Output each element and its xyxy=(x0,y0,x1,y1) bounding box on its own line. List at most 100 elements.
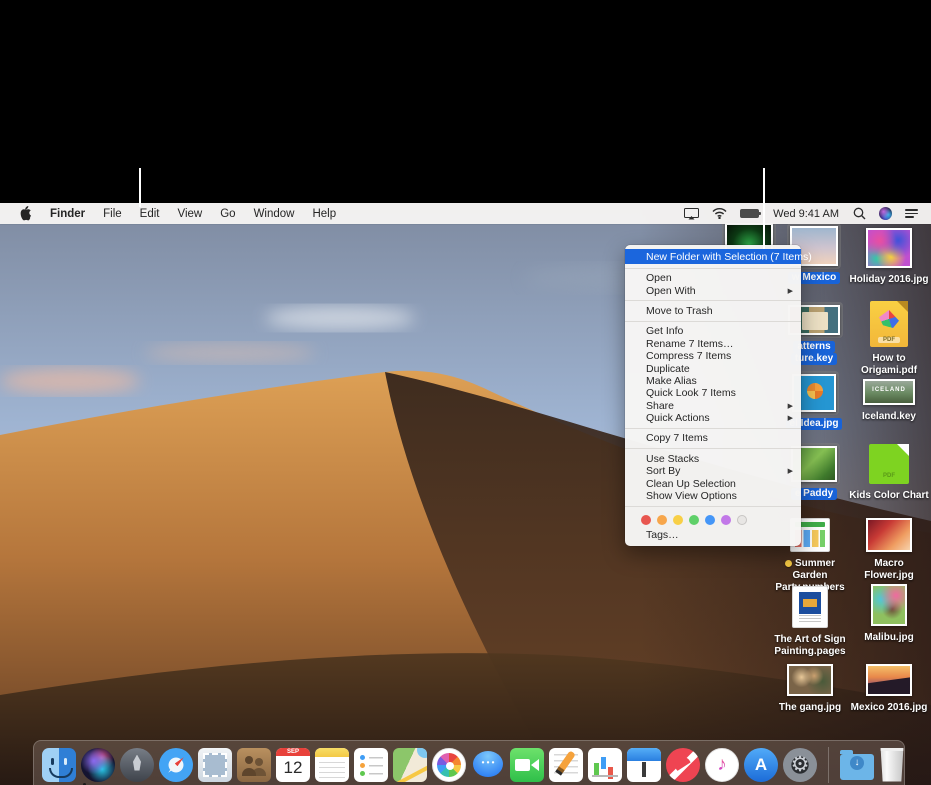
pdf-file-icon: PDF xyxy=(869,444,909,484)
menu-item-move-to-trash[interactable]: Move to Trash xyxy=(625,305,801,317)
menu-item-quick-look-7-items[interactable]: Quick Look 7 Items xyxy=(625,387,801,399)
menu-item-copy-7-items[interactable]: Copy 7 Items xyxy=(625,432,801,444)
menu-item-open[interactable]: Open xyxy=(625,272,801,284)
battery-icon[interactable] xyxy=(737,203,762,224)
dock-finder-icon[interactable] xyxy=(42,748,76,782)
siri-icon[interactable] xyxy=(876,203,895,224)
tag-orange[interactable] xyxy=(657,515,667,525)
dock-safari-icon[interactable] xyxy=(159,748,193,782)
menu-item-label: Quick Look 7 Items xyxy=(646,387,736,399)
menubar-clock[interactable]: Wed 9:41 AM xyxy=(769,208,843,220)
menu-item-show-view-options[interactable]: Show View Options xyxy=(625,490,801,502)
menu-item-share[interactable]: Share▶ xyxy=(625,400,801,412)
desktop[interactable]: w Mexico atterns ture.key el Idea.jpg e … xyxy=(0,203,931,785)
menu-item-label: Sort By xyxy=(646,465,680,477)
dock-notes-icon[interactable] xyxy=(315,748,349,782)
menu-item-label: Tags… xyxy=(646,529,679,541)
menu-item-make-alias[interactable]: Make Alias xyxy=(625,375,801,387)
desktop-file-how-to-origami[interactable]: PDF How to Origami.pdf xyxy=(849,298,929,377)
yellow-tag-dot xyxy=(785,560,792,567)
menu-item-use-stacks[interactable]: Use Stacks xyxy=(625,453,801,465)
menu-separator xyxy=(625,448,801,449)
desktop-file-kids-color-chart[interactable]: PDF Kids Color Chart xyxy=(849,441,929,502)
dock-trash-icon[interactable] xyxy=(879,748,905,782)
tag-blue[interactable] xyxy=(705,515,715,525)
dock-pages-icon[interactable] xyxy=(549,748,583,782)
dock-numbers-icon[interactable] xyxy=(588,748,622,782)
menubar-item-finder[interactable]: Finder xyxy=(41,203,94,224)
gear-glyph: ⚙ xyxy=(791,753,810,776)
menu-item-label: Share xyxy=(646,400,674,412)
menubar-item-go[interactable]: Go xyxy=(211,203,244,224)
dock-app-store-icon[interactable]: A xyxy=(744,748,778,782)
desktop-file-iceland-key[interactable]: ICELAND Iceland.key xyxy=(849,376,929,423)
menu-item-open-with[interactable]: Open With▶ xyxy=(625,284,801,296)
menu-item-get-info[interactable]: Get Info xyxy=(625,325,801,337)
dock-news-icon[interactable] xyxy=(666,748,700,782)
menu-item-duplicate[interactable]: Duplicate xyxy=(625,362,801,374)
menu-separator xyxy=(625,428,801,429)
desktop-file-the-gang[interactable]: The gang.jpg xyxy=(770,661,850,714)
file-label-line1: Summer Garden xyxy=(792,558,835,581)
dock-maps-icon[interactable] xyxy=(393,748,427,782)
desktop-file-sign-painting[interactable]: The Art of Sign Painting.pages xyxy=(770,583,850,658)
menubar-item-file[interactable]: File xyxy=(94,203,131,224)
dock-system-preferences-icon[interactable]: ⚙ xyxy=(783,748,817,782)
menu-item-tags[interactable]: Tags… xyxy=(625,529,801,541)
calendar-day: 12 xyxy=(276,756,310,780)
tag-purple[interactable] xyxy=(721,515,731,525)
dock-reminders-icon[interactable] xyxy=(354,748,388,782)
dock-calendar-icon[interactable]: SEP 12 xyxy=(276,748,310,782)
menubar-item-help[interactable]: Help xyxy=(303,203,345,224)
menubar-item-window[interactable]: Window xyxy=(245,203,304,224)
desktop-file-mexico-2016[interactable]: Mexico 2016.jpg xyxy=(849,661,929,714)
file-label: Macro Flower.jpg xyxy=(864,558,913,581)
tag-red[interactable] xyxy=(641,515,651,525)
menu-item-rename-7-items[interactable]: Rename 7 Items… xyxy=(625,338,801,350)
file-thumbnail xyxy=(792,586,828,628)
tag-green[interactable] xyxy=(689,515,699,525)
wifi-icon[interactable] xyxy=(709,203,730,224)
dock-launchpad-icon[interactable] xyxy=(120,748,154,782)
apple-menu-icon[interactable] xyxy=(10,203,41,224)
dock-siri-icon[interactable] xyxy=(81,748,115,782)
menu-item-label: Open xyxy=(646,272,672,284)
file-label: Holiday 2016.jpg xyxy=(850,274,929,285)
menu-item-sort-by[interactable]: Sort By▶ xyxy=(625,465,801,477)
desktop-file-holiday-2016[interactable]: Holiday 2016.jpg xyxy=(849,225,929,286)
dock-facetime-icon[interactable] xyxy=(510,748,544,782)
menu-item-compress-7-items[interactable]: Compress 7 Items xyxy=(625,350,801,362)
notification-center-icon[interactable] xyxy=(902,203,921,224)
dock-photos-icon[interactable] xyxy=(432,748,466,782)
context-menu: New Folder with Selection (7 Items) Open… xyxy=(625,245,801,546)
menu-item-quick-actions[interactable]: Quick Actions▶ xyxy=(625,412,801,424)
menu-item-new-folder-with-selection[interactable]: New Folder with Selection (7 Items) xyxy=(625,249,801,264)
menubar-item-edit[interactable]: Edit xyxy=(131,203,169,224)
airplay-display-icon[interactable] xyxy=(681,203,702,224)
submenu-arrow-icon: ▶ xyxy=(788,287,793,295)
spotlight-search-icon[interactable] xyxy=(850,203,869,224)
macos-desktop-screenshot: Finder File Edit View Go Window Help Wed… xyxy=(0,0,931,785)
tag-yellow[interactable] xyxy=(673,515,683,525)
dock-itunes-icon[interactable]: ♪ xyxy=(705,748,739,782)
menu-item-label: Duplicate xyxy=(646,363,690,375)
dock: SEP 12 ♪ A ⚙ xyxy=(33,740,905,785)
dock-keynote-icon[interactable] xyxy=(627,748,661,782)
menu-item-label: Move to Trash xyxy=(646,305,713,317)
submenu-arrow-icon: ▶ xyxy=(788,414,793,422)
menubar-item-view[interactable]: View xyxy=(169,203,212,224)
menu-separator xyxy=(625,268,801,269)
menu-item-clean-up-selection[interactable]: Clean Up Selection xyxy=(625,477,801,489)
dock-downloads-folder-icon[interactable] xyxy=(840,754,874,780)
dock-contacts-icon[interactable] xyxy=(237,748,271,782)
tag-gray[interactable] xyxy=(737,515,747,525)
file-thumbnail xyxy=(787,664,833,696)
menu-item-label: Get Info xyxy=(646,325,683,337)
menu-item-label: Use Stacks xyxy=(646,453,699,465)
dock-mail-icon[interactable] xyxy=(198,748,232,782)
desktop-file-macro-flower[interactable]: Macro Flower.jpg xyxy=(849,515,929,582)
menu-item-label: Compress 7 Items xyxy=(646,350,731,362)
file-thumbnail xyxy=(866,518,912,552)
dock-messages-icon[interactable] xyxy=(471,748,505,782)
desktop-file-malibu[interactable]: Malibu.jpg xyxy=(849,581,929,644)
